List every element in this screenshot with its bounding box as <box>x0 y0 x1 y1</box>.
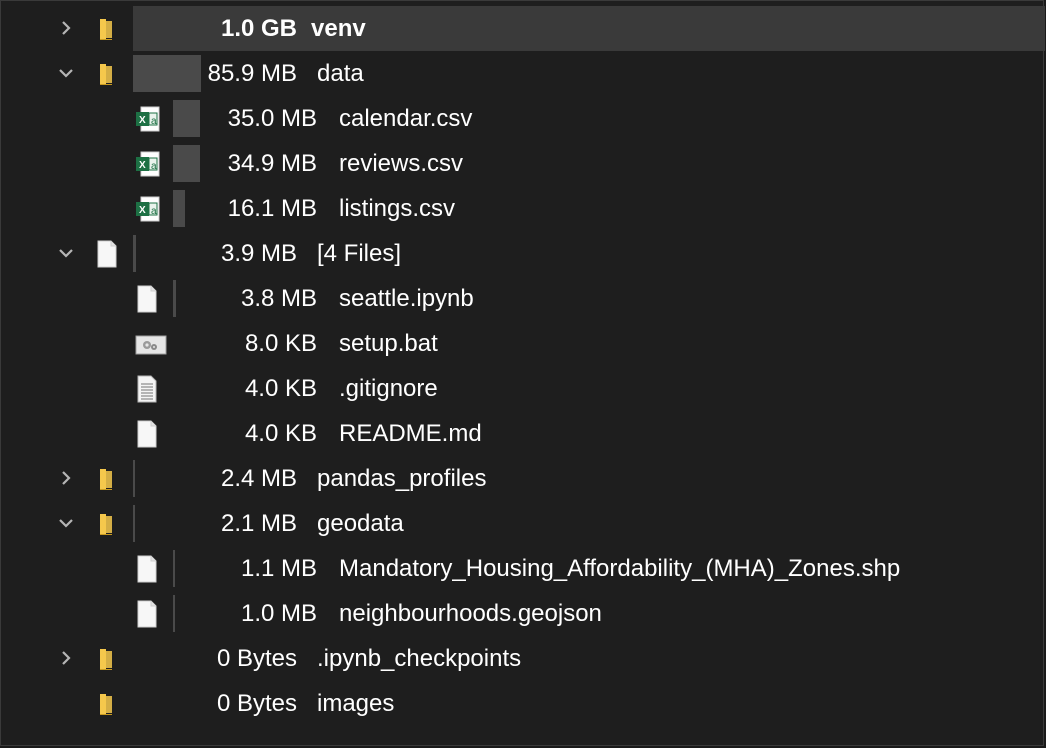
folder-size-tree: 1.0 GB venv 85.9 MB data X a 35.0 MB calend… <box>0 0 1045 746</box>
item-name: pandas_profiles <box>317 465 487 492</box>
chevron-down-icon[interactable] <box>56 513 76 533</box>
item-name: [4 Files] <box>317 240 402 267</box>
chevron-down-icon[interactable] <box>56 63 76 83</box>
tree-row[interactable]: 4.0 KB .gitignore <box>1 366 1045 411</box>
item-name: .gitignore <box>339 375 438 402</box>
folder-icon <box>95 62 119 86</box>
tree-row[interactable]: 0 Bytes .ipynb_checkpoints <box>1 636 1045 681</box>
tree-row[interactable]: 3.9 MB [4 Files] <box>1 231 1045 276</box>
tree-row[interactable]: 2.1 MB geodata <box>1 501 1045 546</box>
item-name: .ipynb_checkpoints <box>317 645 522 672</box>
tree-row[interactable]: 2.4 MB pandas_profiles <box>1 456 1045 501</box>
tree-row[interactable]: 1.0 MB neighbourhoods.geojson <box>1 591 1045 636</box>
chevron-right-icon[interactable] <box>56 648 76 668</box>
folder-icon <box>95 467 119 491</box>
item-name: reviews.csv <box>339 150 464 177</box>
size-label: 0 Bytes <box>216 645 297 672</box>
item-name: geodata <box>317 510 404 537</box>
size-label: 16.1 MB <box>227 195 317 222</box>
tree-row[interactable]: 85.9 MB data <box>1 51 1045 96</box>
tree-row[interactable]: 4.0 KB README.md <box>1 411 1045 456</box>
chevron-down-icon[interactable] <box>56 243 76 263</box>
item-name: seattle.ipynb <box>339 285 474 312</box>
item-name: Mandatory_Housing_Affordability_(MHA)_Zo… <box>339 555 901 582</box>
size-label: 2.4 MB <box>220 465 297 492</box>
item-name: calendar.csv <box>339 105 473 132</box>
tree-row[interactable]: 8.0 KB setup.bat <box>1 321 1045 366</box>
tree-row[interactable]: 1.0 GB venv <box>1 6 1045 51</box>
size-proportion-bar <box>133 505 135 542</box>
item-name: images <box>317 690 395 717</box>
tree-row[interactable]: X a 34.9 MB reviews.csv <box>1 141 1045 186</box>
size-label: 3.8 MB <box>240 285 317 312</box>
size-label: 34.9 MB <box>227 150 317 177</box>
size-label: 4.0 KB <box>244 420 317 447</box>
size-proportion-bar <box>133 460 135 497</box>
size-label: 0 Bytes <box>216 690 297 717</box>
size-proportion-bar <box>133 235 136 272</box>
item-name: data <box>317 60 364 87</box>
size-label: 3.9 MB <box>220 240 297 267</box>
folder-icon <box>95 17 119 41</box>
folder-icon <box>95 512 119 536</box>
item-name: setup.bat <box>339 330 438 357</box>
size-label: 2.1 MB <box>220 510 297 537</box>
size-label: 1.0 MB <box>240 600 317 627</box>
tree-row[interactable]: 1.1 MB Mandatory_Housing_Affordability_(M… <box>1 546 1045 591</box>
tree-row[interactable]: X a 35.0 MB calendar.csv <box>1 96 1045 141</box>
folder-icon <box>95 647 119 671</box>
folder-icon <box>95 692 119 716</box>
size-label: 4.0 KB <box>244 375 317 402</box>
item-name: README.md <box>339 420 482 447</box>
tree-row[interactable]: X a 16.1 MB listings.csv <box>1 186 1045 231</box>
item-name: neighbourhoods.geojson <box>339 600 602 627</box>
item-name: venv <box>311 15 366 42</box>
chevron-right-icon[interactable] <box>56 468 76 488</box>
tree-row[interactable]: 3.8 MB seattle.ipynb <box>1 276 1045 321</box>
tree-row[interactable]: 0 Bytes images <box>1 681 1045 726</box>
chevron-right-icon[interactable] <box>56 18 76 38</box>
item-name: listings.csv <box>339 195 456 222</box>
file-icon <box>95 240 119 268</box>
size-label: 8.0 KB <box>244 330 317 357</box>
size-label: 1.0 GB <box>220 15 297 42</box>
size-label: 85.9 MB <box>207 60 297 87</box>
size-label: 1.1 MB <box>240 555 317 582</box>
size-label: 35.0 MB <box>227 105 317 132</box>
